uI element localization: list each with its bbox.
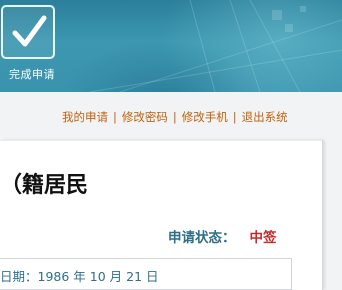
page-title: 籍居民） (0, 167, 140, 199)
nav-separator: | (172, 110, 177, 124)
done-label: 完成申请 (9, 68, 55, 81)
nav-my-application[interactable]: 我的申请 (62, 110, 108, 124)
info-date-text: 日期：1986 年 10 月 21 日 (0, 269, 159, 284)
nav-change-password[interactable]: 修改密码 (122, 110, 168, 124)
nav-separator: | (232, 110, 237, 124)
status-row: 申请状态： 中签 (168, 226, 277, 246)
panel-top-edge (0, 140, 322, 141)
top-nav: 我的申请 | 修改密码 | 修改手机 | 退出系统 (62, 109, 342, 125)
done-box (1, 5, 55, 59)
nav-change-phone[interactable]: 修改手机 (182, 110, 228, 124)
status-badge: 中签 (249, 230, 277, 246)
status-label: 申请状态： (168, 230, 236, 246)
nav-logout[interactable]: 退出系统 (242, 110, 288, 124)
header-banner: 完成申请 (0, 0, 342, 92)
nav-separator: | (113, 110, 117, 124)
page-title-text: 籍居民） (0, 172, 89, 198)
complete-application-tile[interactable]: 完成申请 (1, 5, 59, 83)
check-icon (12, 15, 47, 47)
